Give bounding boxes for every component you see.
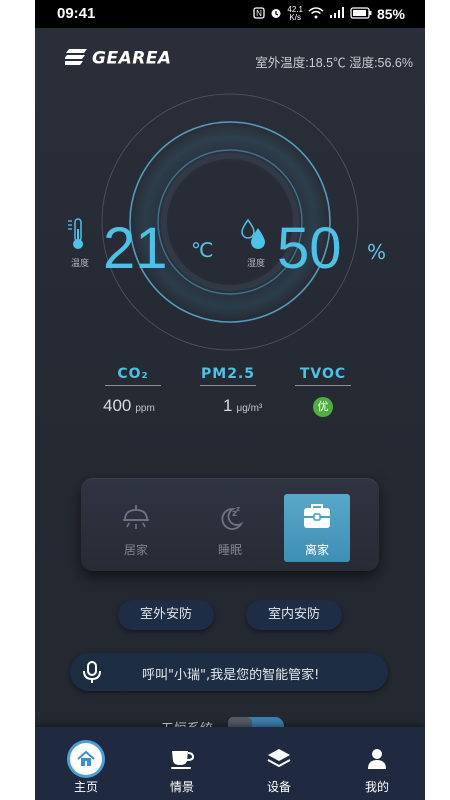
humidity-unit: % (367, 240, 387, 264)
mode-selector: 居家 z z 睡眠 离家 (81, 478, 379, 571)
mode-home-label: 居家 (123, 543, 148, 557)
temperature-label: 温度 (71, 259, 90, 269)
co2-value: 400 (103, 396, 132, 415)
tab-profile[interactable]: 我的 (337, 727, 417, 800)
tab-home[interactable]: 主页 (46, 727, 126, 800)
water-drop-icon (240, 218, 268, 256)
co2-reading: 400 ppm (103, 396, 155, 416)
cup-icon (171, 751, 195, 769)
temperature-value: 21 (103, 216, 168, 281)
temperature-unit: ℃ (191, 238, 214, 262)
thermometer-icon (67, 217, 87, 255)
humidity-label: 湿度 (247, 259, 266, 269)
lamp-icon (123, 505, 149, 529)
bottom-tab-bar: 主页 情景 设备 我的 (35, 727, 425, 800)
humidity-value: 50 (277, 216, 342, 281)
mode-away-label: 离家 (304, 543, 329, 557)
tab-profile-label: 我的 (364, 780, 389, 794)
home-icon-circle (70, 743, 102, 775)
tvoc-status-badge: 优 (313, 397, 333, 417)
climate-rings (101, 93, 359, 351)
pm25-unit: μg/m³ (236, 403, 263, 414)
moon-sleep-icon: z z (221, 505, 244, 530)
microphone-icon[interactable] (80, 660, 104, 684)
svg-text:z: z (236, 505, 240, 513)
tab-devices-label: 设备 (266, 780, 291, 794)
suitcase-icon (304, 504, 330, 528)
person-icon (368, 749, 386, 769)
co2-unit: ppm (135, 403, 155, 414)
outdoor-security-button[interactable]: 室外安防 (118, 600, 214, 630)
voice-prompt: 呼叫"小瑞",我是您的智能管家! (142, 668, 320, 683)
mode-away[interactable]: 离家 (284, 494, 350, 562)
tvoc-underline (295, 385, 351, 386)
tvoc-label: TVOC (299, 366, 347, 382)
co2-label: CO₂ (117, 366, 149, 382)
home-icon (77, 750, 95, 766)
tab-scenes[interactable]: 情景 (142, 727, 222, 800)
indoor-security-button[interactable]: 室内安防 (246, 600, 342, 630)
co2-underline (105, 385, 161, 386)
tab-home-label: 主页 (73, 780, 98, 794)
pm25-underline (200, 385, 256, 386)
layers-icon (267, 749, 291, 768)
tab-devices[interactable]: 设备 (239, 727, 319, 800)
pm25-reading: 1 μg/m³ (223, 396, 262, 416)
pm25-label: PM2.5 (201, 366, 255, 382)
phone-screen: 09:41 N 42.1 K/s 85% GEAREA 室外温度:18.5℃ 湿… (35, 0, 425, 800)
mode-home[interactable]: 居家 (103, 494, 169, 562)
tab-scenes-label: 情景 (169, 780, 194, 794)
pm25-value: 1 (223, 396, 233, 415)
voice-assistant-bar[interactable]: 呼叫"小瑞",我是您的智能管家! (70, 653, 388, 691)
mode-sleep[interactable]: z z 睡眠 (197, 494, 263, 562)
mode-sleep-label: 睡眠 (217, 543, 242, 557)
